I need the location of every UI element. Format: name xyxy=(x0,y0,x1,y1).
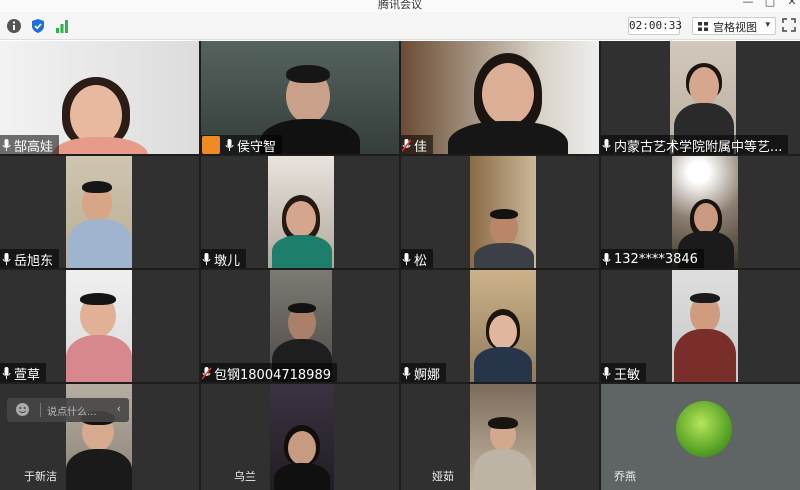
shield-icon[interactable] xyxy=(30,18,46,34)
participant-name-bar: 岳旭东 xyxy=(0,249,60,269)
microphone-muted-icon xyxy=(202,366,211,379)
toolbar: 02:00:33 宫格视图 ▾ xyxy=(0,12,800,40)
avatar xyxy=(676,401,732,457)
participant-name: 松 xyxy=(414,253,428,269)
participant-name-bar: 郜高娃 xyxy=(0,135,60,155)
video-tile[interactable]: 墩儿 xyxy=(200,155,400,269)
divider xyxy=(399,41,401,490)
participant-name-bar: 松 xyxy=(400,249,434,269)
participant-name-bar: 132****3846 xyxy=(600,249,704,269)
divider xyxy=(0,154,800,156)
video-tile[interactable]: 娅茹 xyxy=(400,383,600,490)
meeting-timer: 02:00:33 xyxy=(628,17,682,35)
chevron-left-icon[interactable]: ‹ xyxy=(117,402,121,415)
video-feed xyxy=(66,155,132,269)
participant-name: 乔燕 xyxy=(614,470,636,483)
video-feed xyxy=(672,269,738,383)
participant-name-bar: 侯守智 xyxy=(200,135,283,155)
participant-name-bar: 包钢18004718989 xyxy=(200,363,337,383)
participant-name: 婀娜 xyxy=(414,367,441,383)
divider xyxy=(199,41,201,490)
video-tile[interactable]: 乔燕 xyxy=(600,383,800,490)
participant-name: 包钢18004718989 xyxy=(214,367,331,383)
participant-name-bar: 内蒙古艺术学院附属中等艺... xyxy=(600,135,789,155)
microphone-icon xyxy=(202,252,211,265)
divider xyxy=(0,382,800,384)
host-icon xyxy=(202,136,220,154)
participant-name: 佳 xyxy=(414,139,428,155)
participant-name: 132****3846 xyxy=(614,251,698,267)
close-icon[interactable]: ✕ xyxy=(782,0,800,8)
video-feed xyxy=(470,155,536,269)
participant-name: 内蒙古艺术学院附属中等艺... xyxy=(614,139,783,155)
microphone-icon xyxy=(2,366,11,379)
view-mode-label: 宫格视图 xyxy=(713,21,757,34)
chat-placeholder: 说点什么... xyxy=(47,407,97,418)
participant-name: 王敏 xyxy=(614,367,641,383)
microphone-icon xyxy=(602,366,611,379)
maximize-icon[interactable]: □ xyxy=(760,0,780,8)
info-icon[interactable] xyxy=(6,18,22,34)
minimize-icon[interactable]: — xyxy=(738,0,758,8)
participant-name: 萱草 xyxy=(14,367,41,383)
microphone-icon xyxy=(602,138,611,151)
microphone-icon xyxy=(602,252,611,265)
video-tile[interactable]: 郜高娃 xyxy=(0,41,200,155)
video-tile[interactable]: 岳旭东 xyxy=(0,155,200,269)
video-tile[interactable]: 内蒙古艺术学院附属中等艺... xyxy=(600,41,800,155)
participant-name: 侯守智 xyxy=(237,139,277,155)
participant-name-bar: 佳 xyxy=(400,135,434,155)
video-tile[interactable]: 婀娜 xyxy=(400,269,600,383)
participant-name: 乌兰 xyxy=(234,470,256,483)
video-feed xyxy=(470,269,536,383)
video-tile[interactable]: 松 xyxy=(400,155,600,269)
participant-name-bar: 萱草 xyxy=(0,363,47,383)
participant-name: 于新洁 xyxy=(24,470,57,483)
video-feed xyxy=(268,155,334,269)
video-tile[interactable]: 包钢18004718989 xyxy=(200,269,400,383)
participant-name-bar: 墩儿 xyxy=(200,249,247,269)
divider xyxy=(0,268,800,270)
video-feed xyxy=(470,383,536,490)
participant-name: 娅茹 xyxy=(432,470,454,483)
participant-name: 郜高娃 xyxy=(14,139,54,155)
video-tile[interactable]: 佳 xyxy=(400,41,600,155)
grid-view-icon xyxy=(698,22,708,31)
video-tile[interactable]: 萱草 xyxy=(0,269,200,383)
microphone-icon xyxy=(2,138,11,151)
fullscreen-icon[interactable] xyxy=(782,18,796,32)
emoji-icon[interactable] xyxy=(15,402,30,417)
microphone-icon xyxy=(402,366,411,379)
video-tile[interactable]: 乌兰 xyxy=(200,383,400,490)
chevron-down-icon: ▾ xyxy=(765,20,770,30)
microphone-icon xyxy=(225,138,234,151)
divider xyxy=(599,41,601,490)
chat-input[interactable]: 说点什么... ‹ xyxy=(7,398,129,422)
microphone-muted-icon xyxy=(402,138,411,151)
microphone-icon xyxy=(2,252,11,265)
participant-name: 墩儿 xyxy=(214,253,241,269)
participant-name-bar: 婀娜 xyxy=(400,363,447,383)
video-grid: 郜高娃 侯守智 佳 内蒙古艺术学院附属中等艺... 岳旭东 墩儿 松 132**… xyxy=(0,41,800,490)
window-title: 腾讯会议 xyxy=(378,0,422,11)
video-tile[interactable]: 王敏 xyxy=(600,269,800,383)
video-feed xyxy=(66,269,132,383)
participant-name-bar: 王敏 xyxy=(600,363,647,383)
view-mode-button[interactable]: 宫格视图 ▾ xyxy=(692,17,776,35)
divider xyxy=(40,403,41,417)
video-feed xyxy=(270,383,334,490)
microphone-icon xyxy=(402,252,411,265)
video-tile[interactable]: 侯守智 xyxy=(200,41,400,155)
video-tile[interactable]: 132****3846 xyxy=(600,155,800,269)
participant-name: 岳旭东 xyxy=(14,253,54,269)
signal-bars-icon[interactable] xyxy=(54,18,70,34)
title-bar: 腾讯会议 — □ ✕ xyxy=(0,0,800,12)
